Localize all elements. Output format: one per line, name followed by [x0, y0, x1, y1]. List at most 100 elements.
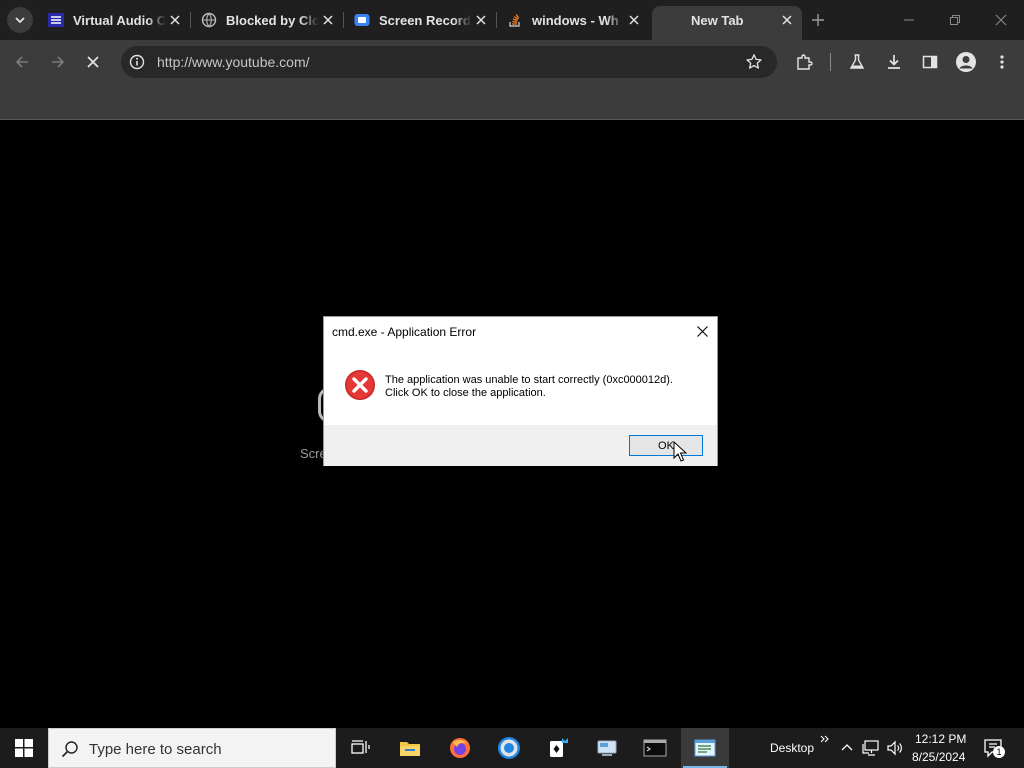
minimize-icon	[904, 19, 914, 21]
toolbar-expand-button[interactable]	[816, 730, 834, 748]
tab-virtual-audio[interactable]: Virtual Audio C	[40, 6, 190, 34]
notification-badge: 1	[993, 746, 1005, 758]
address-bar[interactable]: http://www.youtube.com/	[121, 46, 777, 78]
back-button[interactable]	[10, 50, 34, 74]
browser-toolbar: http://www.youtube.com/	[0, 40, 1024, 84]
minimize-button[interactable]	[897, 8, 921, 32]
double-chevron-right-icon	[820, 735, 829, 743]
toolbar-divider	[830, 53, 831, 71]
error-instruction: Click OK to close the application.	[385, 387, 546, 399]
info-icon[interactable]	[129, 54, 145, 70]
more-vertical-icon	[1000, 55, 1004, 69]
search-placeholder: Type here to search	[89, 741, 222, 758]
notifications-button[interactable]: 1	[981, 738, 1007, 758]
bookmarks-bar	[0, 84, 1024, 120]
tab-search-button[interactable]	[7, 7, 33, 33]
clock-time[interactable]: 12:12 PM	[915, 732, 966, 746]
screen-recorder-favicon-icon	[354, 12, 370, 28]
firefox-button[interactable]	[436, 728, 484, 768]
arrow-right-icon	[52, 56, 65, 68]
avatar-icon	[956, 52, 976, 72]
application-error-dialog: cmd.exe - Application Error The applicat…	[323, 316, 718, 466]
task-view-button[interactable]	[336, 728, 384, 768]
solitaire-button[interactable]	[534, 728, 582, 768]
cards-icon	[550, 738, 568, 757]
close-tab-icon[interactable]	[778, 11, 796, 29]
download-icon	[888, 55, 900, 69]
error-message: The application was unable to start corr…	[385, 374, 673, 386]
dialog-close-button[interactable]	[693, 322, 711, 340]
clock-date[interactable]: 8/25/2024	[912, 750, 965, 764]
close-tab-icon[interactable]	[472, 11, 490, 29]
stack-overflow-favicon-icon	[507, 12, 523, 28]
downloads-button[interactable]	[882, 50, 906, 74]
terminal-icon	[643, 739, 667, 757]
folder-icon	[400, 742, 420, 756]
terminal-button[interactable]	[631, 728, 679, 768]
menu-button[interactable]	[990, 50, 1014, 74]
restore-button[interactable]	[943, 8, 967, 32]
speaker-icon	[887, 740, 902, 756]
side-panel-icon	[922, 55, 938, 69]
start-button[interactable]	[0, 728, 48, 768]
puzzle-icon	[797, 54, 813, 70]
tab-blocked[interactable]: Blocked by Clo	[193, 6, 343, 34]
notepad-icon	[694, 739, 716, 757]
url-text[interactable]: http://www.youtube.com/	[157, 54, 310, 70]
profile-button[interactable]	[954, 50, 978, 74]
chevron-down-icon	[15, 17, 25, 24]
labs-button[interactable]	[845, 50, 869, 74]
windows-logo-icon	[15, 739, 33, 757]
tab-new-tab[interactable]: New Tab	[652, 6, 802, 40]
tab-stack-overflow[interactable]: windows - Wh	[499, 6, 649, 34]
forward-button[interactable]	[46, 50, 70, 74]
control-panel-icon	[597, 740, 617, 756]
restore-icon	[950, 15, 960, 25]
tab-title: Screen Record	[379, 12, 471, 28]
tab-title: Blocked by Clo	[226, 12, 319, 28]
tab-title: windows - Wh	[532, 12, 619, 28]
chrome-icon	[498, 737, 520, 759]
screen: Virtual Audio C Blocked by Clo Screen Re…	[0, 0, 1024, 768]
control-panel-button[interactable]	[583, 728, 631, 768]
flask-icon	[849, 54, 865, 69]
close-icon	[87, 56, 99, 68]
network-button[interactable]	[861, 738, 881, 758]
notepad-button[interactable]	[681, 728, 729, 768]
taskbar: Type here to search Desktop 12:12 PM 8/2…	[0, 728, 1024, 768]
bookmark-star-icon[interactable]	[745, 53, 763, 71]
ok-button[interactable]: OK	[629, 435, 703, 456]
dialog-title: cmd.exe - Application Error	[332, 325, 477, 339]
close-window-button[interactable]	[989, 8, 1013, 32]
search-icon	[61, 741, 78, 758]
tab-separator	[496, 12, 497, 28]
mouse-cursor-icon	[673, 441, 687, 462]
virtual-audio-favicon-icon	[48, 12, 64, 28]
plus-icon	[812, 14, 824, 26]
side-panel-button[interactable]	[918, 50, 942, 74]
desktop-toolbar-label[interactable]: Desktop	[770, 741, 814, 755]
error-icon	[345, 370, 375, 400]
close-icon	[696, 325, 708, 337]
tab-separator	[190, 12, 191, 28]
close-tab-icon[interactable]	[625, 11, 643, 29]
file-explorer-button[interactable]	[386, 728, 434, 768]
chrome-button[interactable]	[485, 728, 533, 768]
task-view-icon	[351, 740, 370, 754]
stop-loading-button[interactable]	[81, 50, 105, 74]
dialog-footer: OK	[324, 425, 717, 466]
tab-separator	[343, 12, 344, 28]
firefox-icon	[450, 738, 470, 758]
volume-button[interactable]	[885, 738, 905, 758]
tab-strip: Virtual Audio C Blocked by Clo Screen Re…	[0, 0, 1024, 40]
extensions-button[interactable]	[792, 50, 816, 74]
taskbar-search[interactable]: Type here to search	[48, 728, 336, 768]
show-hidden-icons-button[interactable]	[837, 738, 857, 758]
new-tab-button[interactable]	[808, 10, 828, 30]
tab-screen-recorder[interactable]: Screen Record	[346, 6, 496, 34]
globe-favicon-icon	[201, 12, 217, 28]
close-icon	[995, 14, 1007, 26]
tab-title: Virtual Audio C	[73, 12, 166, 28]
close-tab-icon[interactable]	[319, 11, 337, 29]
close-tab-icon[interactable]	[166, 11, 184, 29]
